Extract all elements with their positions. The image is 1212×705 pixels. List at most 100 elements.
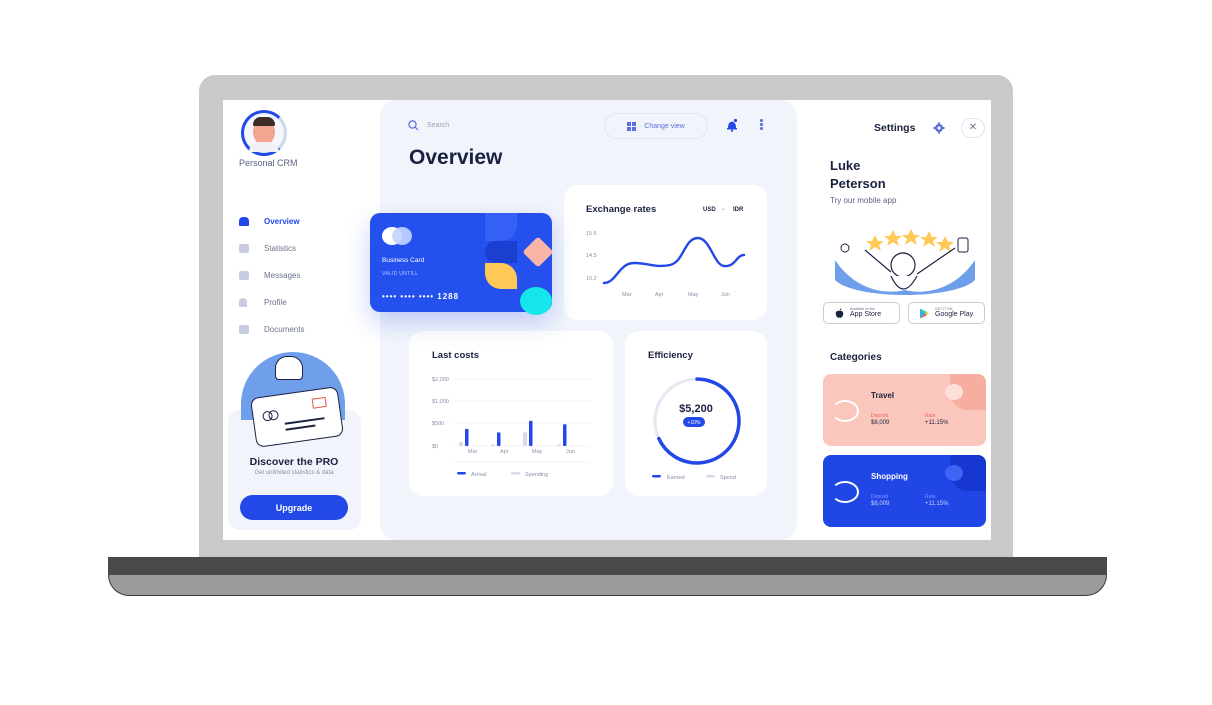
category-decor (945, 384, 963, 400)
document-icon (239, 325, 249, 334)
card-decor-shape (485, 263, 517, 289)
category-name: Shopping (871, 472, 908, 481)
efficiency-value: $5,200 (679, 403, 713, 415)
nav-item-overview[interactable]: Overview (239, 208, 359, 235)
mail-icon (239, 271, 249, 280)
category-card-travel[interactable]: Travel Deposit $8,009 Rate +11.15% (823, 374, 986, 446)
nav-item-label: Statistics (264, 244, 297, 253)
bar-arrival-mar (465, 428, 469, 446)
bar-arrival-jun (563, 424, 567, 446)
close-icon: ✕ (968, 122, 978, 133)
try-app-text: Try our mobile app (830, 196, 897, 205)
app-store-button[interactable]: Available on the App Store (823, 302, 900, 324)
card-number: •••• •••• •••• 1288 (382, 292, 460, 301)
search-bar[interactable]: Search (408, 120, 449, 131)
card-label: Business Card (382, 257, 425, 264)
bar-arrival-may (529, 420, 533, 446)
grid-icon (627, 121, 637, 131)
card-decor-shape (485, 213, 517, 241)
google-play-icon (920, 308, 929, 319)
laptop-base (108, 575, 1107, 596)
card-logo-icon (392, 227, 412, 245)
bar-spending-mar (459, 442, 463, 446)
category-deposit-value: $8,009 (871, 420, 890, 426)
promo-title: Discover the PRO (249, 456, 339, 468)
efficiency-gauge: +10% $5,200 Earned Spend (652, 377, 741, 481)
main-panel: Search Change view Overview Exchange rat… (380, 100, 797, 540)
efficiency-card: Efficiency +10% $5,200 Earned Spend (625, 331, 767, 496)
nav-item-documents[interactable]: Documents (239, 316, 359, 343)
apple-icon (835, 308, 844, 318)
more-menu-icon[interactable] (760, 119, 764, 131)
nav-item-statistics[interactable]: Statistics (239, 235, 359, 262)
category-deposit-label: Deposit (871, 494, 888, 500)
gear-icon[interactable] (933, 122, 945, 134)
exchange-rates-card: Exchange rates USD ⌄ IDR 15.6 14.5 10.2 … (564, 185, 767, 320)
user-icon (239, 298, 247, 307)
card-decor-shape (520, 287, 552, 315)
legend-earned: Earned (667, 475, 685, 481)
change-view-button[interactable]: Change view (604, 113, 708, 139)
category-rate-value: +11.15% (925, 420, 949, 426)
app-store-label: App Store (850, 311, 882, 318)
nav-item-profile[interactable]: Profile (239, 289, 359, 316)
x-tick-label: May (532, 449, 543, 455)
user-first-name: Luke (830, 158, 861, 173)
last-costs-bar-chart: $2,000 $1,000 $500 $0 Mar Apr May Jun Ar… (432, 377, 591, 478)
user-name: Luke Peterson (830, 157, 950, 193)
x-tick-label: Jun (566, 449, 575, 455)
laptop-hinge (108, 557, 1107, 575)
y-tick-label: $500 (432, 421, 444, 427)
legend-spending: Spending (525, 472, 548, 478)
bar-spending-may (523, 432, 527, 446)
category-decor (945, 465, 963, 481)
x-tick-label: Mar (622, 292, 632, 298)
exchange-line-chart: 15.6 14.5 10.2 Mar Apr May Jun (586, 231, 746, 298)
nav-item-messages[interactable]: Messages (239, 262, 359, 289)
last-costs-card: Last costs $2,000 $1,000 $500 $0 Mar Apr… (409, 331, 613, 496)
efficiency-badge: +10% (688, 420, 701, 426)
home-icon (239, 217, 249, 226)
upgrade-button[interactable]: Upgrade (240, 495, 348, 520)
category-name: Travel (871, 391, 895, 400)
nav-item-label: Profile (264, 298, 287, 307)
legend-spend: Spend (720, 475, 736, 481)
legend-arrival: Arrival (471, 472, 487, 478)
exchange-rate-line (602, 236, 746, 285)
nav-menu: Overview Statistics Messages Profile Doc… (239, 208, 359, 343)
google-play-button[interactable]: GET IT ON Google Play (908, 302, 985, 324)
category-rate-label: Rate (925, 494, 936, 500)
x-tick-label: Apr (655, 292, 664, 298)
bell-icon[interactable] (726, 118, 738, 132)
y-tick-label: 15.6 (586, 231, 597, 237)
categories-title: Categories (830, 352, 882, 363)
nav-item-label: Messages (264, 271, 301, 280)
close-button[interactable]: ✕ (961, 118, 985, 138)
bar-arrival-apr (497, 432, 501, 446)
category-card-shopping[interactable]: Shopping Deposit $8,009 Rate +11.15% (823, 455, 986, 527)
category-deposit-value: $8,009 (871, 501, 890, 507)
category-progress-ring (831, 400, 859, 422)
y-tick-label: 14.5 (586, 253, 597, 259)
avatar-hair (253, 117, 275, 126)
category-deposit-label: Deposit (871, 413, 888, 419)
promo-subtitle: Get unlimited statistics & data (254, 470, 334, 476)
avatar-shirt (249, 142, 279, 152)
settings-title: Settings (874, 122, 916, 134)
x-tick-label: Jun (721, 292, 730, 298)
page-title: Overview (409, 146, 503, 169)
business-card[interactable]: Business Card VALID UNTILL •••• •••• •••… (370, 213, 554, 315)
laptop-screen: Personal CRM Overview Statistics Message… (223, 100, 991, 540)
nav-item-label: Overview (264, 217, 300, 226)
change-view-label: Change view (644, 122, 685, 130)
stage: Personal CRM Overview Statistics Message… (0, 0, 1212, 705)
chart-icon (239, 244, 249, 253)
x-tick-label: Mar (468, 449, 478, 455)
bar-spending-apr (491, 444, 495, 446)
search-input[interactable]: Search (427, 122, 449, 129)
search-icon (408, 120, 419, 131)
bar-spending-jun (557, 444, 561, 446)
avatar[interactable] (241, 110, 287, 156)
nav-item-label: Documents (264, 325, 305, 334)
category-rate-value: +11.15% (925, 501, 949, 507)
